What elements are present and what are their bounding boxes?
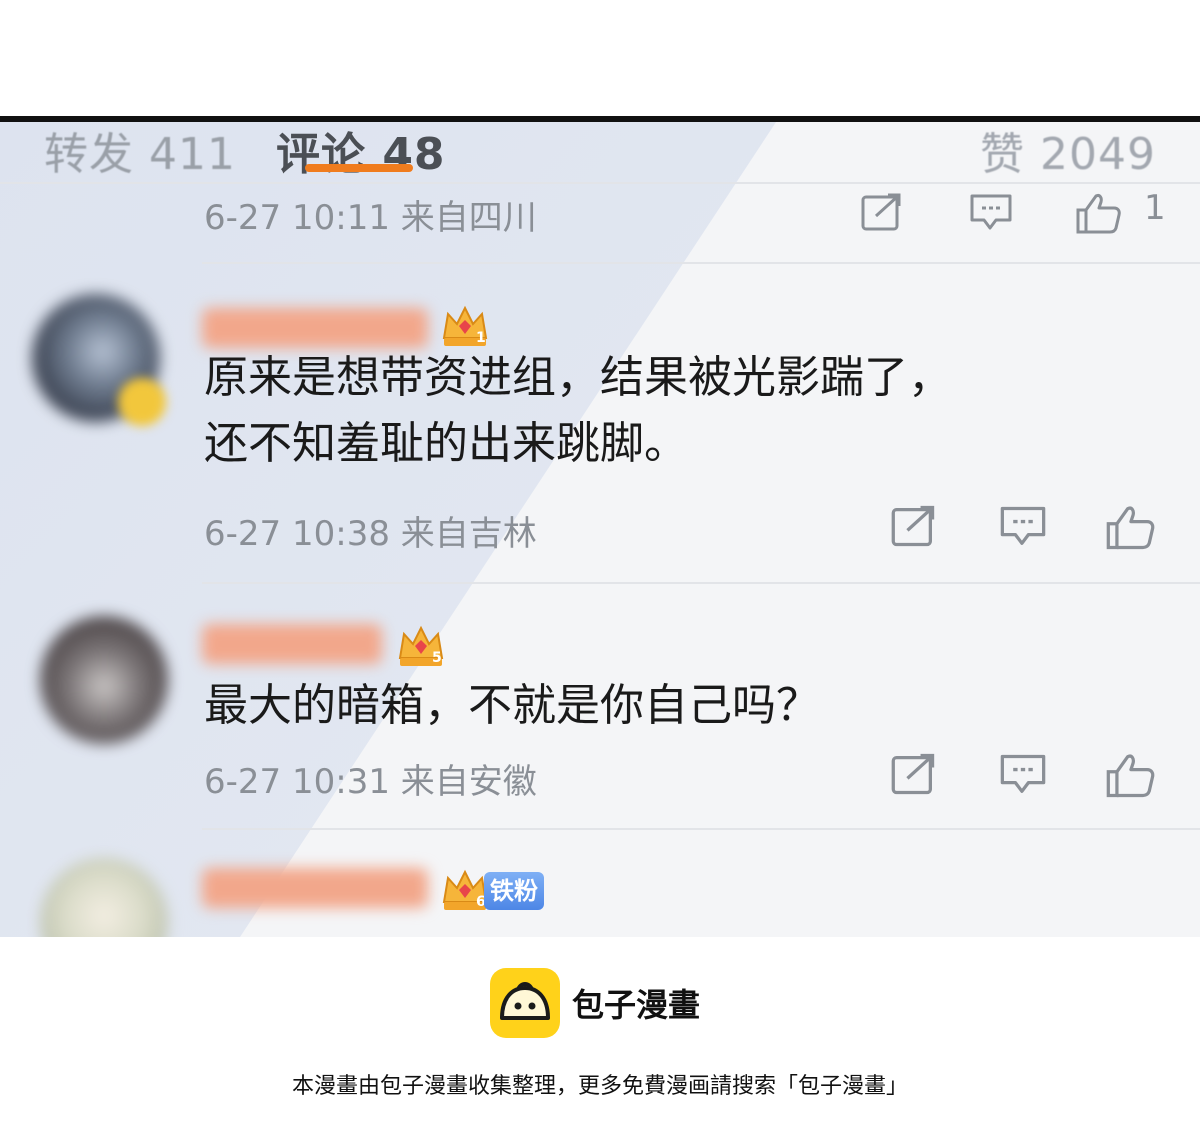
tab-comment[interactable]: 评论 48 bbox=[276, 118, 446, 182]
like-count: 1 bbox=[1144, 188, 1166, 228]
comment-divider bbox=[202, 582, 1200, 584]
comment-meta: 6-27 10:31 来自安徽 bbox=[204, 762, 537, 802]
comment-divider bbox=[202, 262, 1200, 264]
comment-text: 原来是想带资进组，结果被光影踹了， 还不知羞耻的出来跳脚。 bbox=[204, 348, 952, 474]
share-box-icon[interactable] bbox=[890, 752, 938, 800]
share-box-icon[interactable] bbox=[860, 192, 904, 236]
avatar[interactable] bbox=[40, 616, 168, 744]
comment-meta: 6-27 10:38 来自吉林 bbox=[204, 514, 537, 554]
brand-name: 包子漫畫 bbox=[572, 986, 701, 1024]
username-blurred[interactable] bbox=[202, 308, 428, 348]
tab-like[interactable]: 赞 2049 bbox=[980, 118, 1156, 182]
thumbs-up-icon[interactable] bbox=[1104, 504, 1160, 554]
tab-repost[interactable]: 转发 411 bbox=[44, 118, 236, 182]
avatar-badge-icon bbox=[118, 378, 166, 426]
comment-text-line: 原来是想带资进组，结果被光影踹了， bbox=[204, 352, 952, 403]
username-blurred[interactable] bbox=[202, 868, 428, 908]
comment-divider bbox=[202, 828, 1200, 830]
comment-text-line: 最大的暗箱，不就是你自己吗？ bbox=[204, 680, 820, 731]
comment-screenshot-panel: 转发 411 评论 48 赞 2049 6-27 10:11 来自四川 1 1 … bbox=[0, 116, 1200, 937]
thumbs-up-icon[interactable] bbox=[1104, 752, 1160, 802]
comment-text-line: 还不知羞耻的出来跳脚。 bbox=[204, 418, 688, 469]
crown-level-icon: 1 bbox=[440, 300, 490, 354]
username-blurred[interactable] bbox=[202, 624, 382, 664]
crown-level-icon: 5 bbox=[396, 620, 446, 674]
comment-bubble-icon[interactable] bbox=[968, 192, 1014, 238]
tabs-divider bbox=[0, 182, 1200, 184]
comment-text: 最大的暗箱，不就是你自己吗？ bbox=[204, 676, 820, 736]
crown-level-icon: 6 bbox=[440, 864, 490, 918]
level-number: 5 bbox=[432, 650, 442, 666]
thumbs-up-icon[interactable]: 1 bbox=[1074, 188, 1166, 238]
active-tab-indicator bbox=[305, 164, 413, 172]
fan-badge: 铁粉 bbox=[484, 872, 544, 910]
comment-bubble-icon[interactable] bbox=[998, 504, 1048, 554]
share-box-icon[interactable] bbox=[890, 504, 938, 552]
comment-tabs: 转发 411 评论 48 赞 2049 bbox=[0, 116, 1200, 182]
comment-bubble-icon[interactable] bbox=[998, 752, 1048, 802]
panel-top-border bbox=[0, 116, 1200, 122]
footer-notice: 本漫畫由包子漫畫收集整理，更多免費漫画請搜索「包子漫畫」 bbox=[291, 1074, 908, 1099]
bun-logo-icon bbox=[490, 968, 560, 1038]
level-number: 1 bbox=[476, 330, 486, 346]
comment-meta: 6-27 10:11 来自四川 bbox=[204, 198, 537, 238]
